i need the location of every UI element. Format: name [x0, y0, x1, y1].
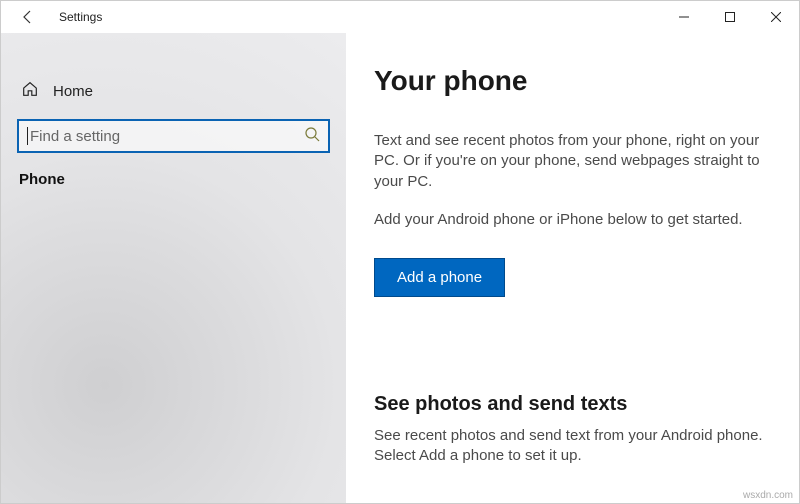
window-controls — [661, 1, 799, 33]
watermark: wsxdn.com — [743, 490, 793, 501]
add-phone-button[interactable]: Add a phone — [374, 258, 505, 297]
content-pane: Your phone Text and see recent photos fr… — [346, 33, 799, 503]
sidebar-item-label: Phone — [19, 171, 65, 188]
maximize-button[interactable] — [707, 1, 753, 33]
sidebar-item-label: Home — [53, 83, 93, 100]
section-heading: See photos and send texts — [374, 393, 771, 416]
sidebar-item-home[interactable]: Home — [17, 71, 330, 111]
sidebar-item-phone[interactable]: Phone — [17, 171, 330, 188]
sidebar: Home Phone — [1, 33, 346, 503]
window-body: Home Phone Your phone Text and see recen… — [1, 33, 799, 503]
minimize-button[interactable] — [661, 1, 707, 33]
home-icon — [21, 80, 39, 102]
back-button[interactable] — [19, 8, 37, 26]
search-input-wrap[interactable] — [17, 119, 330, 153]
close-button[interactable] — [753, 1, 799, 33]
titlebar-left: Settings — [1, 8, 102, 26]
search-icon — [304, 126, 320, 147]
search-input[interactable] — [30, 128, 304, 145]
button-label: Add a phone — [397, 269, 482, 286]
page-title: Your phone — [374, 65, 771, 97]
titlebar: Settings — [1, 1, 799, 33]
app-title: Settings — [59, 10, 102, 24]
text-caret — [27, 127, 28, 145]
intro-text: Text and see recent photos from your pho… — [374, 131, 771, 192]
settings-window: Settings Home — [0, 0, 800, 504]
get-started-text: Add your Android phone or iPhone below t… — [374, 210, 771, 230]
section-body: See recent photos and send text from you… — [374, 426, 771, 467]
